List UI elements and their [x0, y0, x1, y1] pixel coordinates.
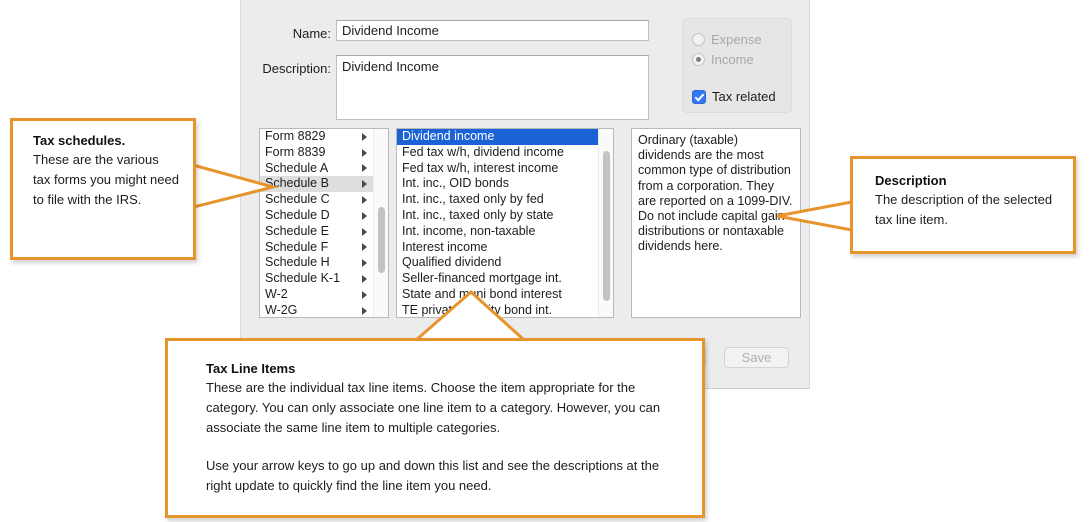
radio-expense-icon — [692, 33, 705, 46]
radio-expense[interactable]: Expense — [692, 32, 762, 47]
chevron-right-icon — [362, 148, 367, 157]
chevron-right-icon — [362, 290, 367, 299]
list-item-label: Seller-financed mortgage int. — [402, 271, 562, 286]
list-item[interactable]: Schedule A — [260, 161, 373, 177]
name-label: Name: — [292, 26, 331, 41]
chevron-right-icon — [362, 275, 367, 284]
chevron-right-icon — [362, 211, 367, 220]
callout-tax-line-items: Tax Line Items These are the individual … — [165, 338, 705, 518]
callout-description-title: Description — [875, 173, 947, 188]
list-item[interactable]: Form 8839 — [260, 145, 373, 161]
scrollbar-thumb[interactable] — [378, 207, 385, 273]
tax-schedules-scrollbar[interactable] — [373, 129, 388, 317]
list-item[interactable]: Int. income, non-taxable — [397, 224, 598, 240]
callout-tax-line-items-title: Tax Line Items — [206, 361, 296, 376]
chevron-right-icon — [362, 243, 367, 252]
list-item[interactable]: Schedule K-1 — [260, 271, 373, 287]
list-item[interactable]: Schedule C — [260, 192, 373, 208]
tax-schedules-list[interactable]: Form 8829 Form 8839 Schedule A Schedule B Sc… — [259, 128, 389, 318]
callout-tax-schedules-title: Tax schedules. — [33, 133, 126, 148]
callout-tax-schedules-body: These are the various tax forms you migh… — [33, 152, 179, 207]
list-item-label: Schedule E — [265, 223, 329, 238]
list-item-label: Qualified dividend — [402, 255, 502, 270]
description-label: Description: — [262, 61, 331, 76]
list-item-label: Form 8829 — [265, 129, 326, 143]
list-item-label: Schedule H — [265, 255, 330, 270]
list-item[interactable]: Schedule H — [260, 255, 373, 271]
list-item[interactable]: Qualified dividend — [397, 255, 598, 271]
callout-paragraph-1: These are the individual tax line items.… — [206, 380, 661, 435]
list-item[interactable]: Schedule B — [260, 176, 373, 193]
name-input[interactable] — [336, 20, 649, 41]
scrollbar-thumb[interactable] — [603, 151, 610, 301]
list-item-label: Schedule K-1 — [265, 271, 341, 286]
list-item-label: Fed tax w/h, interest income — [402, 160, 559, 175]
description-input[interactable]: Dividend Income — [336, 55, 649, 120]
list-item-label: Int. income, non-taxable — [402, 223, 536, 238]
list-item[interactable]: Int. inc., taxed only by fed — [397, 192, 598, 208]
list-item-label: Int. inc., OID bonds — [402, 176, 509, 191]
list-item[interactable]: Schedule E — [260, 224, 373, 240]
radio-income[interactable]: Income — [692, 52, 754, 67]
callout-tax-line-items-body: These are the individual tax line items.… — [206, 378, 682, 496]
radio-expense-label: Expense — [711, 32, 762, 47]
list-item[interactable]: Interest income — [397, 240, 598, 256]
save-button[interactable]: Save — [724, 347, 789, 368]
list-item[interactable]: Schedule F — [260, 240, 373, 256]
list-item-label: Fed tax w/h, dividend income — [402, 144, 564, 159]
checkbox-tax-related[interactable]: Tax related — [692, 89, 776, 104]
chevron-right-icon — [362, 306, 367, 315]
radio-income-label: Income — [711, 52, 754, 67]
checkmark-icon — [692, 89, 706, 104]
tax-schedules-rows: Form 8829 Form 8839 Schedule A Schedule B Sc… — [260, 129, 373, 317]
category-type-group: Expense Income Tax related — [682, 18, 792, 113]
list-item-label: Int. inc., taxed only by state — [402, 207, 554, 222]
list-item[interactable]: Form 8829 — [260, 129, 373, 145]
chevron-right-icon — [362, 164, 367, 173]
chevron-right-icon — [362, 180, 367, 189]
chevron-right-icon — [362, 196, 367, 205]
list-item[interactable]: Int. inc., taxed only by state — [397, 208, 598, 224]
list-item[interactable]: W-2G — [260, 303, 373, 317]
list-item-label: Form 8839 — [265, 144, 326, 159]
callout-description: Description The description of the selec… — [850, 156, 1076, 254]
list-item-label: Schedule F — [265, 239, 329, 254]
checkbox-tax-related-label: Tax related — [712, 89, 776, 104]
list-item[interactable]: Fed tax w/h, dividend income — [397, 145, 598, 161]
chevron-right-icon — [362, 227, 367, 236]
list-item[interactable]: Dividend income — [397, 129, 598, 145]
list-item[interactable]: Schedule D — [260, 208, 373, 224]
list-item[interactable]: W-2 — [260, 287, 373, 303]
tax-line-items-rows: Dividend income Fed tax w/h, dividend inc… — [397, 129, 598, 317]
list-item[interactable]: Int. inc., OID bonds — [397, 176, 598, 192]
list-item-label: Int. inc., taxed only by fed — [402, 192, 544, 207]
list-item[interactable]: Fed tax w/h, interest income — [397, 161, 598, 177]
list-item-label: W-2G — [265, 302, 298, 317]
list-item-label: W-2 — [265, 286, 288, 301]
callout-description-body: The description of the selected tax line… — [875, 192, 1053, 227]
callout-tax-schedules: Tax schedules. These are the various tax… — [10, 118, 196, 260]
list-item-label: Interest income — [402, 239, 488, 254]
tax-line-items-scrollbar[interactable] — [598, 129, 613, 317]
list-item[interactable]: Seller-financed mortgage int. — [397, 271, 598, 287]
callout-paragraph-2: Use your arrow keys to go up and down th… — [206, 458, 660, 493]
chevron-right-icon — [362, 132, 367, 141]
chevron-right-icon — [362, 259, 367, 268]
radio-income-icon — [692, 53, 705, 66]
list-item-label: Dividend income — [402, 129, 495, 143]
